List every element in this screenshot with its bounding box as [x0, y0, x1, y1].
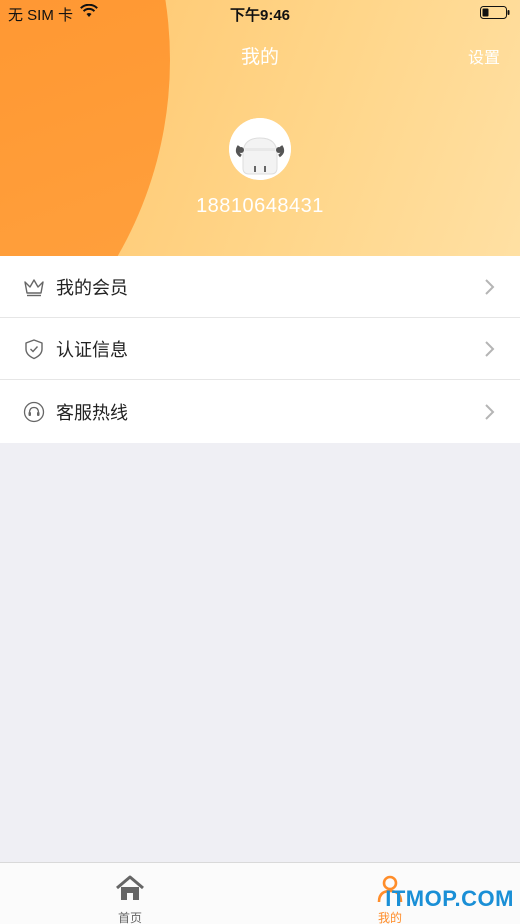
- status-time: 下午9:46: [229, 7, 291, 24]
- menu-item-label: 认证信息: [56, 339, 128, 360]
- menu-item-membership[interactable]: 我的会员: [0, 256, 520, 318]
- tab-label: 首页: [117, 911, 142, 924]
- user-phone-number: 18810648431: [196, 195, 324, 217]
- battery-icon: [480, 6, 510, 19]
- status-bar: 无 SIM 卡 下午9:46: [0, 0, 520, 26]
- menu-item-verification[interactable]: 认证信息: [0, 318, 520, 380]
- crown-icon: [24, 278, 44, 296]
- menu-item-label: 客服热线: [56, 402, 128, 423]
- profile-header: 无 SIM 卡 下午9:46 我的 设置 18810648431: [0, 0, 520, 256]
- profile-menu: 我的会员 认证信息 客服热线: [0, 256, 520, 443]
- chevron-right-icon: [485, 278, 495, 295]
- settings-button[interactable]: 设置: [468, 44, 500, 68]
- robot-avatar-icon: [229, 118, 291, 180]
- menu-item-label: 我的会员: [56, 277, 128, 298]
- headset-icon: [23, 401, 45, 422]
- watermark: ITMOP.COM: [385, 886, 514, 911]
- chevron-right-icon: [485, 403, 495, 420]
- menu-item-hotline[interactable]: 客服热线: [0, 380, 520, 443]
- tab-home[interactable]: 首页: [70, 863, 190, 924]
- page-title: 我的: [240, 47, 279, 68]
- avatar[interactable]: [229, 118, 291, 180]
- chevron-right-icon: [485, 340, 495, 357]
- shield-check-icon: [25, 338, 43, 359]
- home-icon: [116, 875, 144, 900]
